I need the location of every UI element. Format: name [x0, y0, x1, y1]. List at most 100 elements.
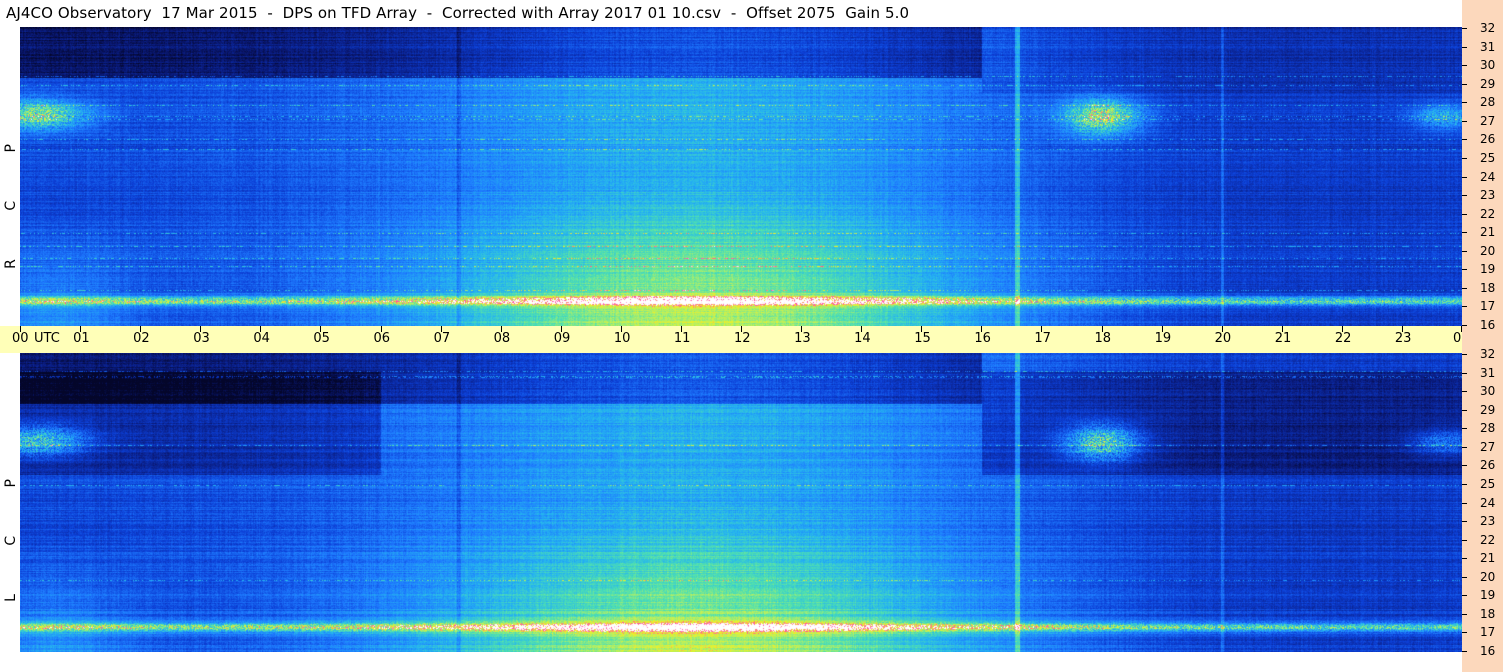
time-tick-label: 15 [914, 331, 931, 346]
bottom-margin [0, 652, 1462, 672]
freq-tick-label: 32 [1480, 21, 1496, 35]
freq-tick-mark [1462, 410, 1467, 411]
time-tick-label: 19 [1154, 331, 1172, 346]
freq-tick-mark [1462, 84, 1467, 85]
freq-tick-mark [1462, 251, 1467, 252]
time-axis: 00 UTC 01 02 03 04 05 06 07 08 09 10 11 12 13 14 15 16 17 1… [0, 326, 1500, 353]
time-tick-label: 17 [1034, 331, 1051, 346]
freq-tick-mark [1462, 465, 1467, 466]
freq-tick-mark [1462, 632, 1467, 633]
freq-tick-mark [1462, 306, 1467, 307]
freq-tick-label: 29 [1480, 77, 1496, 91]
freq-tick-label: 23 [1480, 188, 1496, 202]
time-tick-label: 03 [193, 331, 210, 346]
freq-tick-mark [1462, 121, 1467, 122]
freq-tick-mark [1462, 28, 1467, 29]
rcp-label: R C P [3, 122, 19, 269]
freq-tick-mark [1462, 391, 1467, 392]
freq-tick-mark [1462, 195, 1467, 196]
time-tick-label: 05 [313, 331, 330, 346]
freq-tick-label: 26 [1480, 132, 1496, 146]
freq-tick-mark [1462, 325, 1467, 326]
freq-tick-mark [1462, 540, 1467, 541]
freq-tick-label: 27 [1480, 114, 1496, 128]
time-tick-label: 11 [673, 331, 691, 346]
freq-tick-label: 29 [1480, 403, 1496, 417]
freq-tick-mark [1462, 288, 1467, 289]
time-tick-label: 18 [1094, 331, 1112, 346]
time-tick-label: 00 [12, 331, 29, 346]
time-tick-label: 07 [433, 331, 451, 346]
freq-tick-label: 19 [1480, 262, 1496, 276]
freq-tick-label: 22 [1480, 533, 1496, 547]
time-tick-label: 20 [1214, 331, 1232, 346]
freq-tick-label: 21 [1480, 551, 1496, 565]
freq-tick-mark [1462, 428, 1467, 429]
freq-tick-mark [1462, 214, 1467, 215]
freq-tick-label: 24 [1480, 496, 1496, 510]
time-tick-label: 08 [493, 331, 511, 346]
time-tick-label: 23 [1394, 331, 1412, 346]
freq-tick-label: 16 [1480, 644, 1496, 658]
freq-tick-label: 30 [1480, 384, 1496, 398]
time-tick-label: 04 [253, 331, 270, 346]
rcp-spectrogram [20, 27, 1462, 326]
freq-tick-label: 20 [1480, 570, 1496, 584]
time-tick-label: 06 [373, 331, 391, 346]
freq-tick-mark [1462, 577, 1467, 578]
frequency-axis: 32 31 30 29 28 27 26 25 24 23 22 21 20 19 18 17 16 32 31 30… [1462, 0, 1503, 672]
freq-tick-mark [1462, 158, 1467, 159]
freq-tick-label: 32 [1480, 347, 1496, 361]
freq-tick-label: 18 [1480, 607, 1496, 621]
freq-tick-label: 22 [1480, 207, 1496, 221]
freq-tick-mark [1462, 373, 1467, 374]
time-tick-label: UTC [34, 331, 60, 346]
freq-tick-label: 23 [1480, 514, 1496, 528]
time-tick-label: 02 [133, 331, 150, 346]
freq-tick-label: 20 [1480, 244, 1496, 258]
time-tick-label: 10 [613, 331, 631, 346]
time-tick-label: 16 [974, 331, 991, 346]
time-tick-label: 21 [1274, 331, 1292, 346]
freq-tick-label: 19 [1480, 588, 1496, 602]
freq-tick-mark [1462, 65, 1467, 66]
freq-tick-mark [1462, 47, 1467, 48]
freq-tick-mark [1462, 595, 1467, 596]
freq-tick-label: 28 [1480, 95, 1496, 109]
freq-tick-label: 17 [1480, 299, 1496, 313]
time-tick-label: 13 [794, 331, 811, 346]
time-tick-label: 22 [1334, 331, 1352, 346]
chart-title: AJ4CO Observatory 17 Mar 2015 - DPS on T… [6, 4, 910, 22]
freq-tick-label: 27 [1480, 440, 1496, 454]
freq-tick-mark [1462, 614, 1467, 615]
freq-tick-mark [1462, 447, 1467, 448]
freq-tick-mark [1462, 232, 1467, 233]
freq-tick-mark [1462, 354, 1467, 355]
freq-tick-label: 25 [1480, 151, 1496, 165]
freq-tick-mark [1462, 177, 1467, 178]
freq-tick-label: 31 [1480, 366, 1496, 380]
time-tick-label: 09 [553, 331, 571, 346]
freq-tick-label: 28 [1480, 421, 1496, 435]
freq-tick-label: 30 [1480, 58, 1496, 72]
freq-tick-label: 21 [1480, 225, 1496, 239]
freq-tick-mark [1462, 558, 1467, 559]
lcp-label: L C P [3, 457, 19, 602]
freq-tick-label: 24 [1480, 170, 1496, 184]
freq-tick-label: 18 [1480, 281, 1496, 295]
time-tick-label: 14 [854, 331, 871, 346]
freq-tick-mark [1462, 521, 1467, 522]
freq-tick-mark [1462, 102, 1467, 103]
time-tick-label: 01 [73, 331, 90, 346]
freq-tick-mark [1462, 269, 1467, 270]
lcp-heatmap [20, 353, 1462, 652]
freq-tick-label: 25 [1480, 477, 1496, 491]
title-bar: AJ4CO Observatory 17 Mar 2015 - DPS on T… [0, 0, 1462, 27]
freq-tick-label: 17 [1480, 625, 1496, 639]
lcp-spectrogram [20, 353, 1462, 652]
freq-tick-label: 26 [1480, 458, 1496, 472]
time-tick-label: 12 [734, 331, 751, 346]
rcp-heatmap [20, 27, 1462, 326]
freq-tick-label: 31 [1480, 40, 1496, 54]
freq-tick-mark [1462, 139, 1467, 140]
